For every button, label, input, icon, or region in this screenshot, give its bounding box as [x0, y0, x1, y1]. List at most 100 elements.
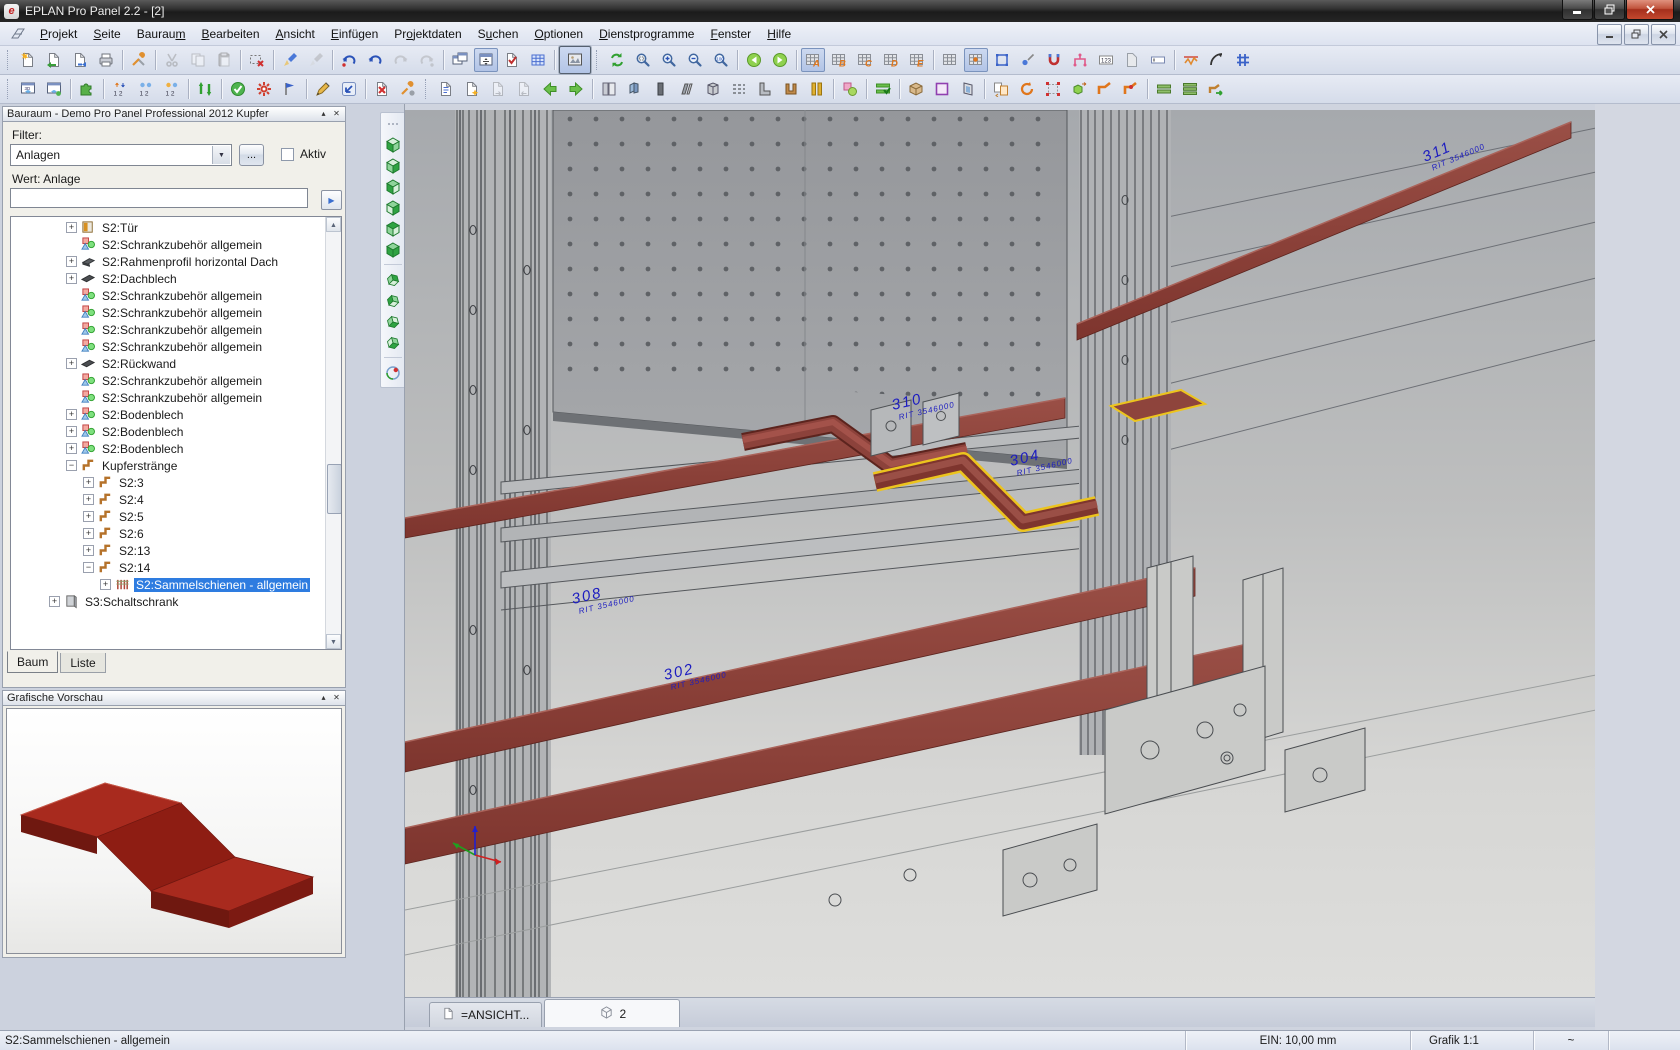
wrench-gear-button[interactable] — [396, 77, 420, 101]
aktiv-checkbox[interactable] — [281, 148, 294, 161]
tree-item[interactable]: S2:Schrankzubehör allgemein — [11, 338, 326, 355]
close-button[interactable] — [1626, 0, 1674, 20]
menu-item-projektdaten[interactable]: Projektdaten — [386, 24, 469, 44]
connection-route-button[interactable] — [1068, 48, 1092, 72]
tree-item[interactable]: +S2:Tür — [11, 219, 326, 236]
panel-close-icon[interactable]: ✕ — [330, 692, 343, 704]
tree-item[interactable]: +S2:Dachblech — [11, 270, 326, 287]
restore-button[interactable] — [1594, 0, 1625, 20]
scroll-up-icon[interactable]: ▲ — [326, 217, 341, 232]
view-cube-left-button[interactable] — [381, 178, 405, 199]
chevron-down-icon[interactable]: ▼ — [212, 146, 230, 164]
tree-item[interactable]: S2:Schrankzubehör allgemein — [11, 236, 326, 253]
menu-item-seite[interactable]: Seite — [85, 24, 128, 44]
rail-check-button[interactable] — [871, 77, 895, 101]
doc-import-button[interactable] — [68, 48, 92, 72]
rotate-view-button[interactable] — [381, 364, 405, 385]
door-3d-button[interactable] — [956, 77, 980, 101]
grid-table-button[interactable] — [526, 48, 550, 72]
undo-list-button[interactable] — [363, 48, 387, 72]
coordinates-123-button[interactable]: 123 — [1094, 48, 1118, 72]
tab-baum[interactable]: Baum — [7, 651, 58, 673]
tree-item[interactable]: −S2:14 — [11, 559, 326, 576]
renumber-set-button[interactable]: 1 2 — [160, 77, 184, 101]
arc-tool-button[interactable] — [1205, 48, 1229, 72]
menu-item-projekt[interactable]: Projekt — [32, 24, 85, 44]
renumber-pair-button[interactable]: 1 2 — [134, 77, 158, 101]
expander-plus-icon[interactable]: + — [66, 358, 77, 369]
gear-red-button[interactable] — [252, 77, 276, 101]
expander-minus-icon[interactable]: − — [83, 562, 94, 573]
viewport-tab-2[interactable]: 2 — [544, 999, 680, 1027]
viewport-tab-ansicht[interactable]: =ANSICHT... — [429, 1002, 542, 1027]
tree-item[interactable]: +S2:Bodenblech — [11, 440, 326, 457]
tree-item[interactable]: +S2:4 — [11, 491, 326, 508]
expander-plus-icon[interactable]: + — [49, 596, 60, 607]
bauraum-panel-header[interactable]: Bauraum - Demo Pro Panel Professional 20… — [2, 106, 346, 122]
part-swap-button[interactable] — [989, 77, 1013, 101]
measure-tool-button[interactable] — [1179, 48, 1203, 72]
mdi-restore-button[interactable] — [1624, 24, 1649, 45]
refresh-vertical-button[interactable] — [193, 77, 217, 101]
expander-plus-icon[interactable]: + — [66, 273, 77, 284]
expander-plus-icon[interactable]: + — [83, 511, 94, 522]
view-iso-1-button[interactable] — [381, 271, 405, 292]
expander-plus-icon[interactable]: + — [83, 494, 94, 505]
doc-new-button[interactable] — [16, 48, 40, 72]
tree-item[interactable]: +S3:Schaltschrank — [11, 593, 326, 610]
wert-input[interactable] — [10, 188, 308, 208]
navigator-3d-button[interactable]: 3D — [16, 77, 40, 101]
tab-liste[interactable]: Liste — [60, 653, 105, 673]
view-cube-front-button[interactable] — [381, 136, 405, 157]
expander-plus-icon[interactable]: + — [66, 409, 77, 420]
panel-collapse-icon[interactable]: ▴ — [317, 692, 330, 704]
tree-item[interactable]: +S2:Bodenblech — [11, 406, 326, 423]
grid-d-button[interactable]: D — [879, 48, 903, 72]
delete-selection-button[interactable] — [245, 48, 269, 72]
u-profile-button[interactable] — [779, 77, 803, 101]
page-ref-button[interactable] — [1120, 48, 1144, 72]
panel-door-button[interactable] — [597, 77, 621, 101]
tree-item[interactable]: +S2:6 — [11, 525, 326, 542]
angle-profile-button[interactable] — [753, 77, 777, 101]
expander-plus-icon[interactable]: + — [66, 443, 77, 454]
menu-item-ansicht[interactable]: Ansicht — [268, 24, 323, 44]
3d-viewport[interactable]: 311RIT 3546000310RIT 3546000304RIT 35460… — [405, 110, 1596, 997]
menu-item-bauraum[interactable]: Bauraum — [129, 24, 194, 44]
aktiv-checkbox-label[interactable]: Aktiv — [300, 147, 326, 161]
panel-collapse-icon[interactable]: ▴ — [317, 108, 330, 120]
grid-toggle-button[interactable] — [938, 48, 962, 72]
tree-item[interactable]: +S2:Sammelschienen - allgemein — [11, 576, 326, 593]
minimize-button[interactable] — [1562, 0, 1593, 20]
page-check-button[interactable] — [500, 48, 524, 72]
menu-item-bearbeiten[interactable]: Bearbeiten — [193, 24, 267, 44]
tree-item[interactable]: +S2:Rückwand — [11, 355, 326, 372]
graphic-preview-button[interactable] — [559, 46, 591, 74]
menu-item-optionen[interactable]: Optionen — [526, 24, 591, 44]
menu-item-suchen[interactable]: Suchen — [470, 24, 527, 44]
tree-item[interactable]: S2:Schrankzubehör allgemein — [11, 321, 326, 338]
window-cascade-button[interactable] — [448, 48, 472, 72]
settings-wrench-button[interactable] — [127, 48, 151, 72]
renumber-button[interactable]: 1 2 — [108, 77, 132, 101]
window-menu-icon[interactable] — [10, 26, 26, 42]
expander-plus-icon[interactable]: + — [66, 222, 77, 233]
arrow-green-left-button[interactable] — [538, 77, 562, 101]
profile-dark-button[interactable] — [649, 77, 673, 101]
cabinet-3d-button[interactable] — [701, 77, 725, 101]
expander-minus-icon[interactable]: − — [66, 460, 77, 471]
rail-green-button[interactable] — [1152, 77, 1176, 101]
tree-item[interactable]: +S2:Bodenblech — [11, 423, 326, 440]
doc-open-button[interactable] — [42, 48, 66, 72]
zoom-100-button[interactable]: 100 — [709, 48, 733, 72]
zoom-window-button[interactable] — [631, 48, 655, 72]
magnet-snap-button[interactable] — [1042, 48, 1066, 72]
refresh-view-button[interactable] — [605, 48, 629, 72]
nav-blue-button[interactable] — [337, 77, 361, 101]
check-ok-button[interactable] — [226, 77, 250, 101]
arrow-green-right-button[interactable] — [564, 77, 588, 101]
expander-plus-icon[interactable]: + — [83, 477, 94, 488]
busbar-gold-button[interactable] — [805, 77, 829, 101]
snap-point-button[interactable] — [1016, 48, 1040, 72]
cube-arrow-button[interactable] — [1067, 77, 1091, 101]
